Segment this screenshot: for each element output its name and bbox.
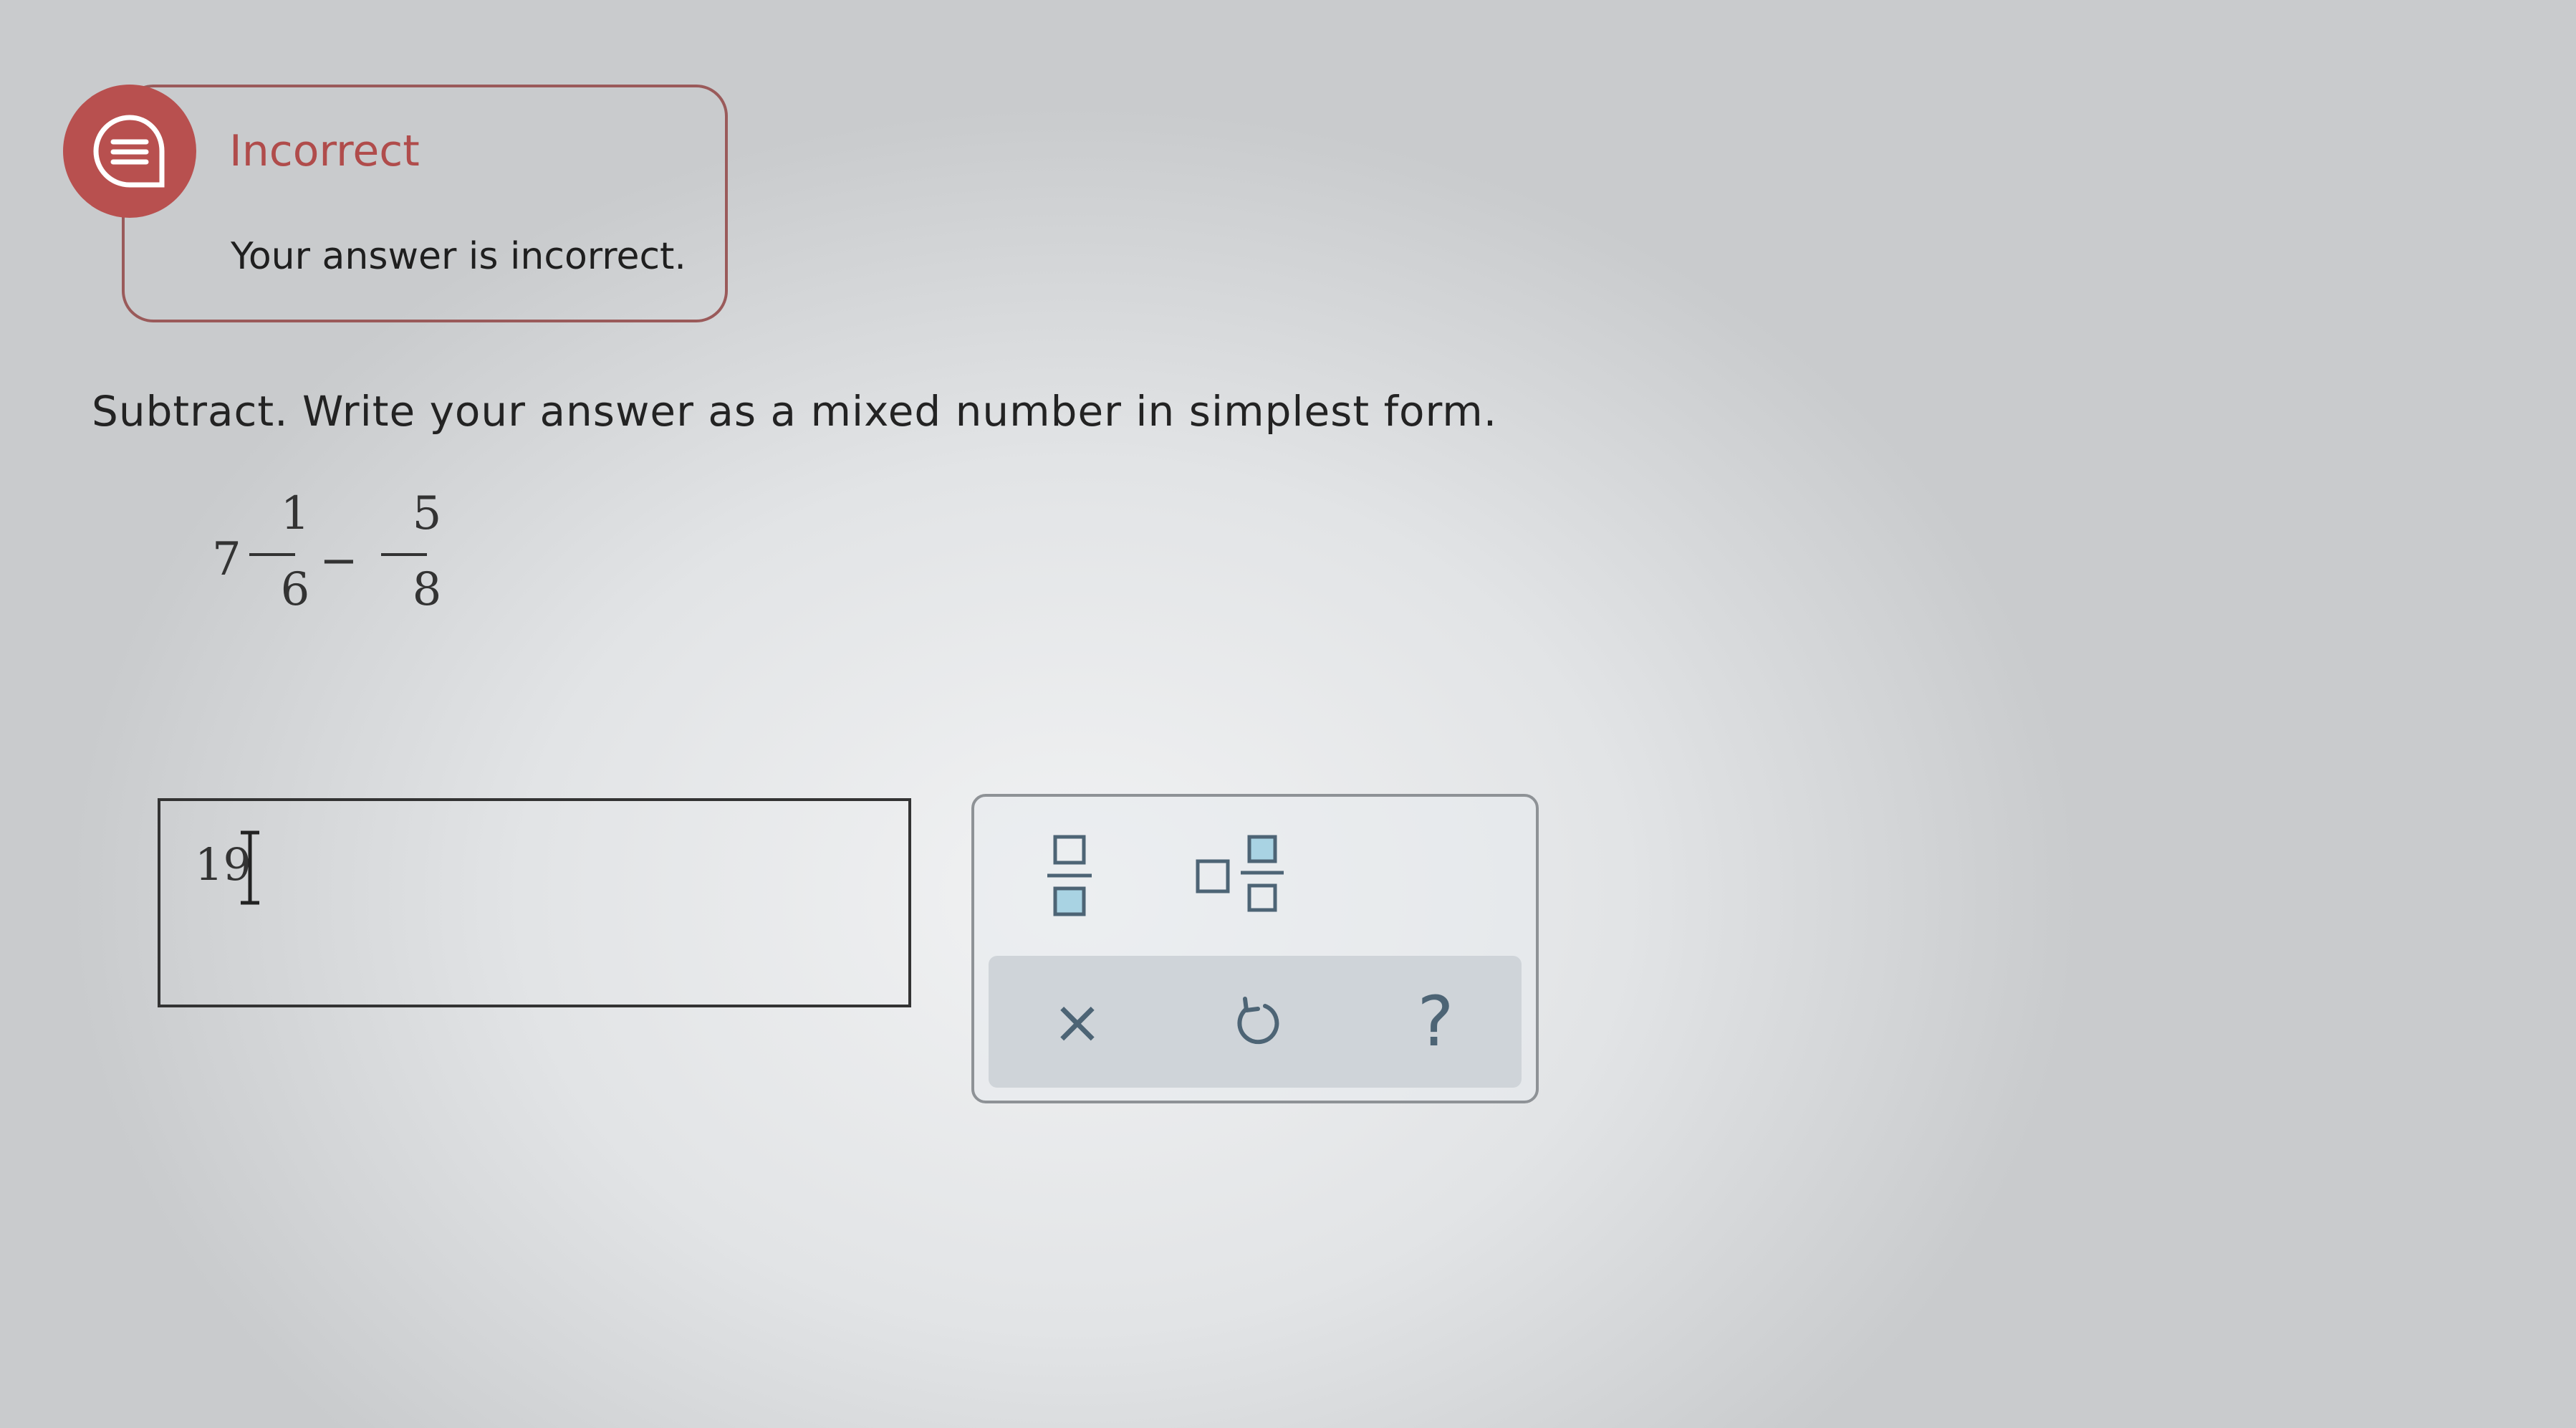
whole-number: 7	[212, 533, 241, 586]
feedback-box	[122, 85, 728, 322]
feedback-title: Incorrect	[229, 126, 420, 176]
keypad-actions: × ?	[989, 956, 1522, 1088]
close-icon: ×	[1052, 987, 1103, 1057]
clear-button[interactable]: ×	[1006, 956, 1149, 1088]
second-denominator: 8	[412, 563, 442, 616]
text-cursor-icon	[241, 830, 259, 905]
mixed-number-icon	[1196, 835, 1284, 912]
minus-operator: −	[319, 535, 358, 588]
fraction-icon	[1047, 835, 1092, 916]
fraction-bar	[381, 553, 427, 556]
chat-bubble-icon	[63, 85, 196, 218]
answer-input[interactable]: 19	[158, 798, 911, 1007]
question-instruction: Subtract. Write your answer as a mixed n…	[92, 387, 1498, 436]
fraction-button[interactable]	[1037, 834, 1102, 920]
help-button[interactable]: ?	[1364, 956, 1507, 1088]
undo-icon	[1237, 997, 1279, 1045]
first-numerator: 1	[280, 487, 310, 540]
mixed-number-button[interactable]	[1193, 833, 1294, 919]
first-denominator: 6	[280, 563, 310, 616]
feedback-message: Your answer is incorrect.	[231, 235, 686, 278]
help-icon: ?	[1417, 982, 1454, 1062]
fraction-bar	[249, 553, 295, 556]
undo-button[interactable]	[1185, 956, 1328, 1088]
second-numerator: 5	[412, 487, 442, 540]
math-keypad: × ?	[971, 794, 1539, 1103]
